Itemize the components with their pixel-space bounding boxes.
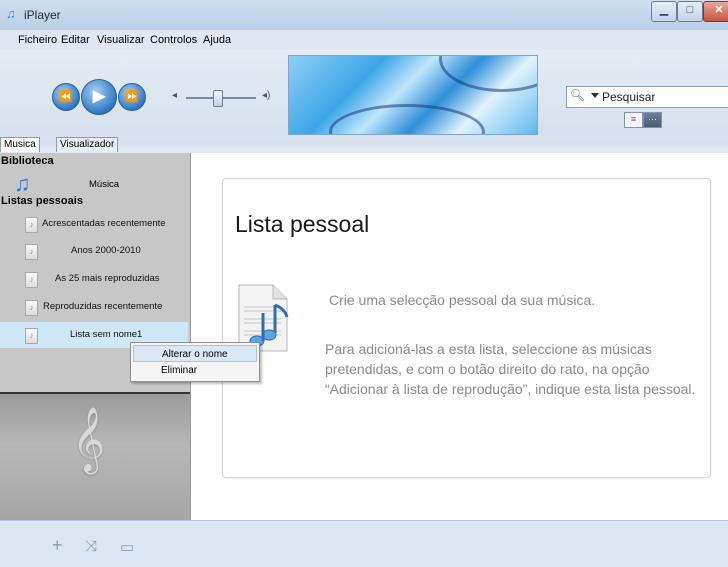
search-box[interactable]: 🔍︎ Pesquisar <box>566 86 728 108</box>
volume-slider-thumb[interactable] <box>212 90 223 107</box>
playlist-label: Acrescentadas recentemente <box>42 218 166 229</box>
tab-strip: Musica Visualizador <box>0 137 190 153</box>
playlist-icon: ♪ <box>25 244 38 260</box>
library-title: Biblioteca <box>1 155 54 167</box>
chevron-down-icon[interactable] <box>591 93 599 98</box>
context-rename-item[interactable]: Alterar o nome <box>133 345 257 362</box>
sidebar-item-musica[interactable]: Música <box>89 179 119 190</box>
app-music-icon: ♫ <box>6 6 16 21</box>
music-note-icon: ♫ <box>14 171 31 196</box>
sidebar-decoration: 𝄞 <box>0 392 190 522</box>
list-view-icon[interactable]: ≡ <box>624 112 643 128</box>
menu-bar: Ficheiro Editar Visualizar Controlos Aju… <box>0 30 728 50</box>
add-icon[interactable]: + <box>52 535 63 556</box>
context-menu: Alterar o nome Eliminar <box>130 342 260 382</box>
context-delete-item[interactable]: Eliminar <box>133 362 257 379</box>
menu-visualizar[interactable]: Visualizar <box>97 34 145 46</box>
playlist-label: Anos 2000-2010 <box>71 245 141 256</box>
playlist-instructions: Para adicioná-las a esta lista, seleccio… <box>325 341 696 397</box>
playlist-description: Crie uma selecção pessoal da sua música. <box>329 292 596 308</box>
close-button[interactable]: ✕ <box>703 1 728 22</box>
playlist-icon: ♪ <box>25 217 38 233</box>
main-content: Lista pessoal Crie uma selecção pessoal … <box>191 153 728 520</box>
play-button[interactable]: ▶ <box>81 79 117 115</box>
player-toolbar: ⏪ ▶ ⏩ ◂ ◂) 🔍︎ Pesquisar ≡ ⋯ <box>0 50 728 146</box>
volume-down-icon[interactable]: ◂ <box>172 90 177 101</box>
maximize-button[interactable]: □ <box>677 1 703 22</box>
menu-controlos[interactable]: Controlos <box>150 34 197 46</box>
tab-visualizador[interactable]: Visualizador <box>56 137 119 152</box>
disc-shape <box>439 56 537 92</box>
album-art-banner <box>288 55 538 135</box>
playlist-item[interactable]: ♪ Anos 2000-2010 <box>0 238 188 264</box>
playlist-icon: ♪ <box>25 328 38 344</box>
playlist-label: Lista sem nome1 <box>70 329 143 340</box>
bottom-toolbar: + ⤨ ▭ <box>0 520 728 567</box>
tab-musica[interactable]: Musica <box>0 137 40 152</box>
disc-shape <box>329 104 485 134</box>
search-icon[interactable]: 🔍︎ <box>570 88 590 104</box>
menu-ficheiro[interactable]: Ficheiro <box>18 34 57 46</box>
playlist-item[interactable]: ♪ As 25 mais reproduzidas <box>0 266 188 292</box>
shuffle-icon[interactable]: ⤨ <box>85 538 97 555</box>
playlist-label: Reproduzidas recentemente <box>43 301 163 312</box>
search-input[interactable]: Pesquisar <box>602 90 655 104</box>
grid-view-icon[interactable]: ⋯ <box>643 112 662 128</box>
playlist-info-card: Lista pessoal Crie uma selecção pessoal … <box>222 178 711 478</box>
title-bar: ♫ iPlayer ▁ □ ✕ <box>0 0 728 31</box>
playlist-label: As 25 mais reproduzidas <box>55 273 160 284</box>
treble-clef-icon: 𝄞 <box>72 407 106 470</box>
playlist-icon: ♪ <box>25 300 38 316</box>
previous-button[interactable]: ⏪ <box>52 83 80 111</box>
window-title: iPlayer <box>24 8 61 22</box>
playlists-title: Listas pessoais <box>1 195 83 207</box>
playlist-item[interactable]: ♪ Reproduzidas recentemente <box>0 294 188 320</box>
next-button[interactable]: ⏩ <box>118 83 146 111</box>
volume-up-icon[interactable]: ◂) <box>262 90 270 101</box>
page-title: Lista pessoal <box>235 211 370 237</box>
menu-editar[interactable]: Editar <box>61 34 90 46</box>
playlist-item[interactable]: ♪ Acrescentadas recentemente <box>0 211 188 237</box>
minimize-button[interactable]: ▁ <box>651 1 677 22</box>
repeat-icon[interactable]: ▭ <box>120 538 134 556</box>
playlist-icon: ♪ <box>25 272 38 288</box>
menu-ajuda[interactable]: Ajuda <box>203 34 231 46</box>
sidebar: Biblioteca ♫ Música Listas pessoais ♪ Ac… <box>0 153 191 522</box>
